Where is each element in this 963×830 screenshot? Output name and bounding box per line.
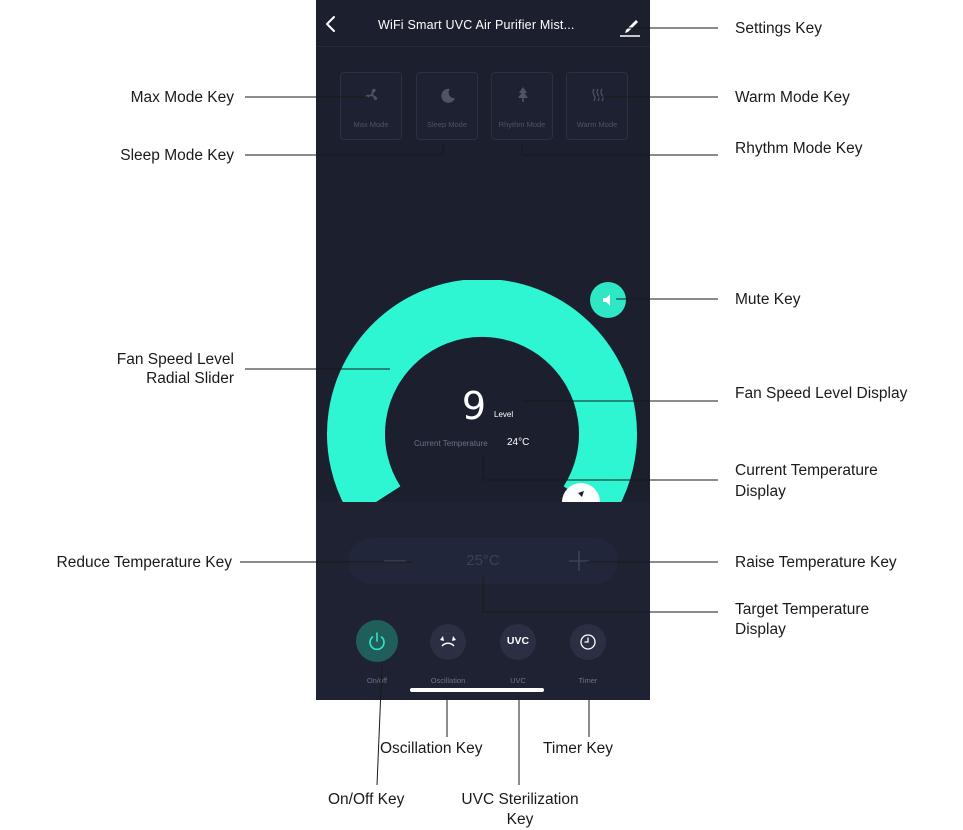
max-mode-button[interactable]: Max Mode <box>340 72 402 140</box>
callout-target-temp-line1: Target Temperature <box>735 601 870 618</box>
callout-fan-slider-line2: Radial Slider <box>146 370 234 387</box>
callout-onoff: On/Off Key <box>328 791 405 808</box>
callout-cur-temp-line2: Display <box>735 483 786 500</box>
callout-uvc-line1: UVC Sterilization <box>461 791 579 808</box>
current-temperature-value: 24°C <box>507 437 530 448</box>
callout-cur-temp-line1: Current Temperature <box>735 462 878 479</box>
warm-mode-label: Warm Mode <box>576 120 618 129</box>
top-bar: WiFi Smart UVC Air Purifier Mist... <box>316 0 650 47</box>
callout-fan-display: Fan Speed Level Display <box>735 385 908 402</box>
callout-uvc-line2: Key <box>506 811 534 828</box>
rhythm-mode-button[interactable]: Rhythm Mode <box>491 72 553 140</box>
max-mode-label: Max Mode <box>353 120 389 129</box>
settings-pencil-icon[interactable] <box>618 16 642 38</box>
timer-button[interactable] <box>570 624 606 660</box>
callout-rhythm-mode: Rhythm Mode Key <box>735 140 863 157</box>
uvc-label: UVC <box>510 676 526 685</box>
heat-waves-icon <box>592 88 604 102</box>
callout-target-temp-line2: Display <box>735 621 786 638</box>
oscillation-label: Oscillation <box>430 676 466 685</box>
rhythm-mode-label: Rhythm Mode <box>498 120 546 129</box>
uvc-button[interactable]: UVC <box>500 624 536 660</box>
clock-icon <box>580 634 596 650</box>
device-title: WiFi Smart UVC Air Purifier Mist... <box>378 18 575 32</box>
fan-level-value: 9 <box>461 384 487 428</box>
callout-oscillation: Oscillation Key <box>380 740 483 757</box>
tree-icon <box>518 87 528 102</box>
callout-settings: Settings Key <box>735 20 823 37</box>
power-label: On/off <box>366 676 388 685</box>
callout-raise-temp: Raise Temperature Key <box>735 554 897 571</box>
fan-icon <box>365 88 378 101</box>
phone-screen: WiFi Smart UVC Air Purifier Mist... Max … <box>316 0 650 700</box>
uvc-icon-text: UVC <box>506 635 530 647</box>
fan-level-unit: Level <box>494 410 514 419</box>
target-temperature: 25°C <box>466 552 500 569</box>
sleep-mode-button[interactable]: Sleep Mode <box>416 72 478 140</box>
sleep-mode-label: Sleep Mode <box>426 120 468 129</box>
callout-reduce-temp: Reduce Temperature Key <box>56 554 232 571</box>
temperature-control: 25°C <box>348 538 618 584</box>
callout-max-mode: Max Mode Key <box>130 89 234 106</box>
power-icon <box>369 632 385 651</box>
moon-icon <box>441 88 455 103</box>
plus-icon[interactable] <box>553 538 613 584</box>
minus-icon[interactable] <box>356 538 416 584</box>
control-panel: 25°C On/off Oscillation UVC UVC Timer <box>316 502 650 700</box>
callout-fan-slider-line1: Fan Speed Level <box>116 351 234 368</box>
timer-label: Timer <box>578 676 598 685</box>
power-button[interactable] <box>356 620 398 662</box>
callout-mute: Mute Key <box>735 291 801 308</box>
back-arrow-icon[interactable] <box>322 14 340 34</box>
callout-sleep-mode: Sleep Mode Key <box>120 147 234 164</box>
home-indicator[interactable] <box>410 688 544 692</box>
current-temperature-label: Current Temperature <box>414 439 488 448</box>
oscillation-button[interactable] <box>430 624 466 660</box>
warm-mode-button[interactable]: Warm Mode <box>566 72 628 140</box>
callout-timer: Timer Key <box>543 740 614 757</box>
oscillation-icon <box>440 636 456 647</box>
callout-warm-mode: Warm Mode Key <box>735 89 850 106</box>
